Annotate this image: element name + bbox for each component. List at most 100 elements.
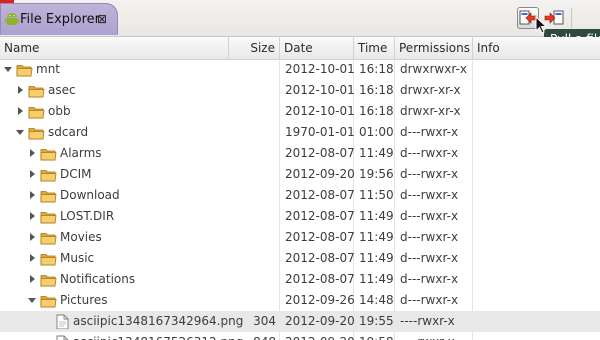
collapsed-arrow-icon[interactable]: [26, 189, 38, 201]
file-permissions: d---rwxr-x: [400, 251, 459, 265]
file-name: Notifications: [60, 272, 136, 286]
folder-icon: [28, 128, 45, 140]
file-permissions: d---rwxr-x: [400, 272, 459, 286]
table-row[interactable]: Music 2012-08-07 11:49 d---rwxr-x: [0, 248, 600, 269]
table-row[interactable]: asciipic1348167526312.png8482012-09-2019…: [0, 332, 600, 340]
file-time: 11:49: [359, 209, 394, 223]
file-icon: [56, 314, 69, 329]
file-date: 2012-09-20: [285, 314, 355, 328]
table-row[interactable]: asec 2012-10-01 16:18 drwxr-xr-x: [0, 80, 600, 101]
folder-icon: [40, 233, 57, 245]
table-row[interactable]: sdcard 1970-01-01 01:00 d---rwxr-x: [0, 122, 600, 143]
file-time: 01:00: [359, 125, 394, 139]
toolbar-separator: [571, 8, 572, 28]
file-permissions: d---rwxr-x: [400, 146, 459, 160]
table-row[interactable]: mnt 2012-10-01 16:18 drwxrwxr-x: [0, 59, 600, 80]
file-name: asciipic1348167526312.png: [73, 332, 243, 340]
table-header: Name Size Date Time Permissions Info: [0, 37, 600, 60]
tab-file-explorer[interactable]: File Explorer ⊠: [0, 3, 118, 35]
file-permissions: d---rwxr-x: [400, 293, 459, 307]
file-permissions: d---rwxr-x: [400, 167, 459, 181]
collapsed-arrow-icon[interactable]: [26, 231, 38, 243]
file-date: 2012-09-26: [285, 293, 355, 307]
file-tree-table: mnt 2012-10-01 16:18 drwxrwxr-x asec 2012-10-…: [0, 59, 600, 340]
file-name: Download: [60, 188, 120, 202]
file-time: 11:49: [359, 230, 394, 244]
column-header-size[interactable]: Size: [229, 37, 280, 59]
file-name: asciipic1348167342964.png: [73, 314, 244, 328]
file-name: obb: [48, 104, 71, 118]
column-header-date[interactable]: Date: [280, 37, 354, 59]
file-size: 304: [253, 314, 276, 328]
file-size: [229, 59, 280, 80]
expanded-arrow-icon[interactable]: [14, 126, 26, 138]
table-row[interactable]: asciipic1348167342964.png 304 2012-09-20 19…: [0, 311, 600, 332]
file-date: 2012-10-01: [285, 104, 355, 118]
collapsed-arrow-icon[interactable]: [26, 168, 38, 180]
collapsed-arrow-icon[interactable]: [26, 273, 38, 285]
file-time: 11:50: [359, 188, 394, 202]
file-time: 11:49: [359, 272, 394, 286]
file-name: DCIM: [60, 167, 92, 181]
folder-icon: [40, 296, 57, 308]
android-icon: [5, 13, 19, 25]
file-name: Music: [60, 251, 95, 265]
file-size: [229, 206, 280, 227]
file-date: 2012-10-01: [285, 62, 355, 76]
file-time: 16:18: [359, 62, 394, 76]
collapsed-arrow-icon[interactable]: [14, 105, 26, 117]
collapsed-arrow-icon[interactable]: [26, 147, 38, 159]
file-name: LOST.DIR: [60, 209, 115, 223]
file-size: [229, 290, 280, 311]
file-date: 2012-09-20: [281, 332, 355, 340]
table-row[interactable]: Notifications 2012-08-07 11:49 d---rwxr-x: [0, 269, 600, 290]
file-date: 2012-10-01: [285, 83, 355, 97]
file-time: 11:49: [359, 146, 394, 160]
folder-icon: [28, 86, 45, 98]
file-name: Alarms: [60, 146, 102, 160]
collapsed-arrow-icon[interactable]: [26, 210, 38, 222]
file-size: [229, 185, 280, 206]
file-permissions: ----rwxr-x: [400, 314, 455, 328]
file-time: 14:48: [359, 293, 394, 307]
file-permissions: d---rwxr-x: [400, 188, 459, 202]
table-row[interactable]: DCIM 2012-09-20 19:56 d---rwxr-x: [0, 164, 600, 185]
tab-title: File Explorer: [20, 12, 101, 27]
column-header-name[interactable]: Name: [0, 37, 229, 59]
table-row[interactable]: Movies 2012-08-07 11:49 d---rwxr-x: [0, 227, 600, 248]
folder-icon: [28, 107, 45, 119]
file-date: 1970-01-01: [285, 125, 355, 139]
column-header-time[interactable]: Time: [354, 37, 395, 59]
expanded-arrow-icon[interactable]: [2, 63, 14, 75]
collapsed-arrow-icon[interactable]: [14, 84, 26, 96]
file-permissions: d---rwxr-x: [400, 230, 459, 244]
folder-icon: [40, 254, 57, 266]
file-date: 2012-08-07: [285, 251, 355, 265]
column-header-permissions[interactable]: Permissions: [395, 37, 473, 59]
file-size: [229, 164, 280, 185]
table-row[interactable]: Pictures 2012-09-26 14:48 d---rwxr-x: [0, 290, 600, 311]
file-date: 2012-09-20: [285, 167, 355, 181]
file-permissions: drwxr-xr-x: [400, 104, 461, 118]
file-permissions: d---rwxr-x: [400, 125, 459, 139]
close-icon[interactable]: ⊠: [97, 12, 107, 26]
file-time: 19:55: [359, 314, 394, 328]
file-time: 11:49: [359, 251, 394, 265]
file-permissions: d---rwxr-x: [400, 209, 459, 223]
folder-icon: [16, 65, 33, 77]
table-row[interactable]: LOST.DIR 2012-08-07 11:49 d---rwxr-x: [0, 206, 600, 227]
expanded-arrow-icon[interactable]: [26, 294, 38, 306]
file-name: mnt: [36, 62, 60, 76]
folder-icon: [40, 212, 57, 224]
table-row[interactable]: Alarms 2012-08-07 11:49 d---rwxr-x: [0, 143, 600, 164]
tab-bar: File Explorer ⊠: [0, 0, 600, 37]
collapsed-arrow-icon[interactable]: [26, 252, 38, 264]
file-permissions: ----rwxr-x: [396, 332, 473, 340]
file-name: Pictures: [60, 293, 108, 307]
file-size: [229, 80, 280, 101]
column-header-info[interactable]: Info: [473, 37, 600, 59]
file-name: sdcard: [48, 125, 89, 139]
table-row[interactable]: obb 2012-10-01 16:18 drwxr-xr-x: [0, 101, 600, 122]
table-row[interactable]: Download 2012-08-07 11:50 d---rwxr-x: [0, 185, 600, 206]
file-size: [229, 269, 280, 290]
